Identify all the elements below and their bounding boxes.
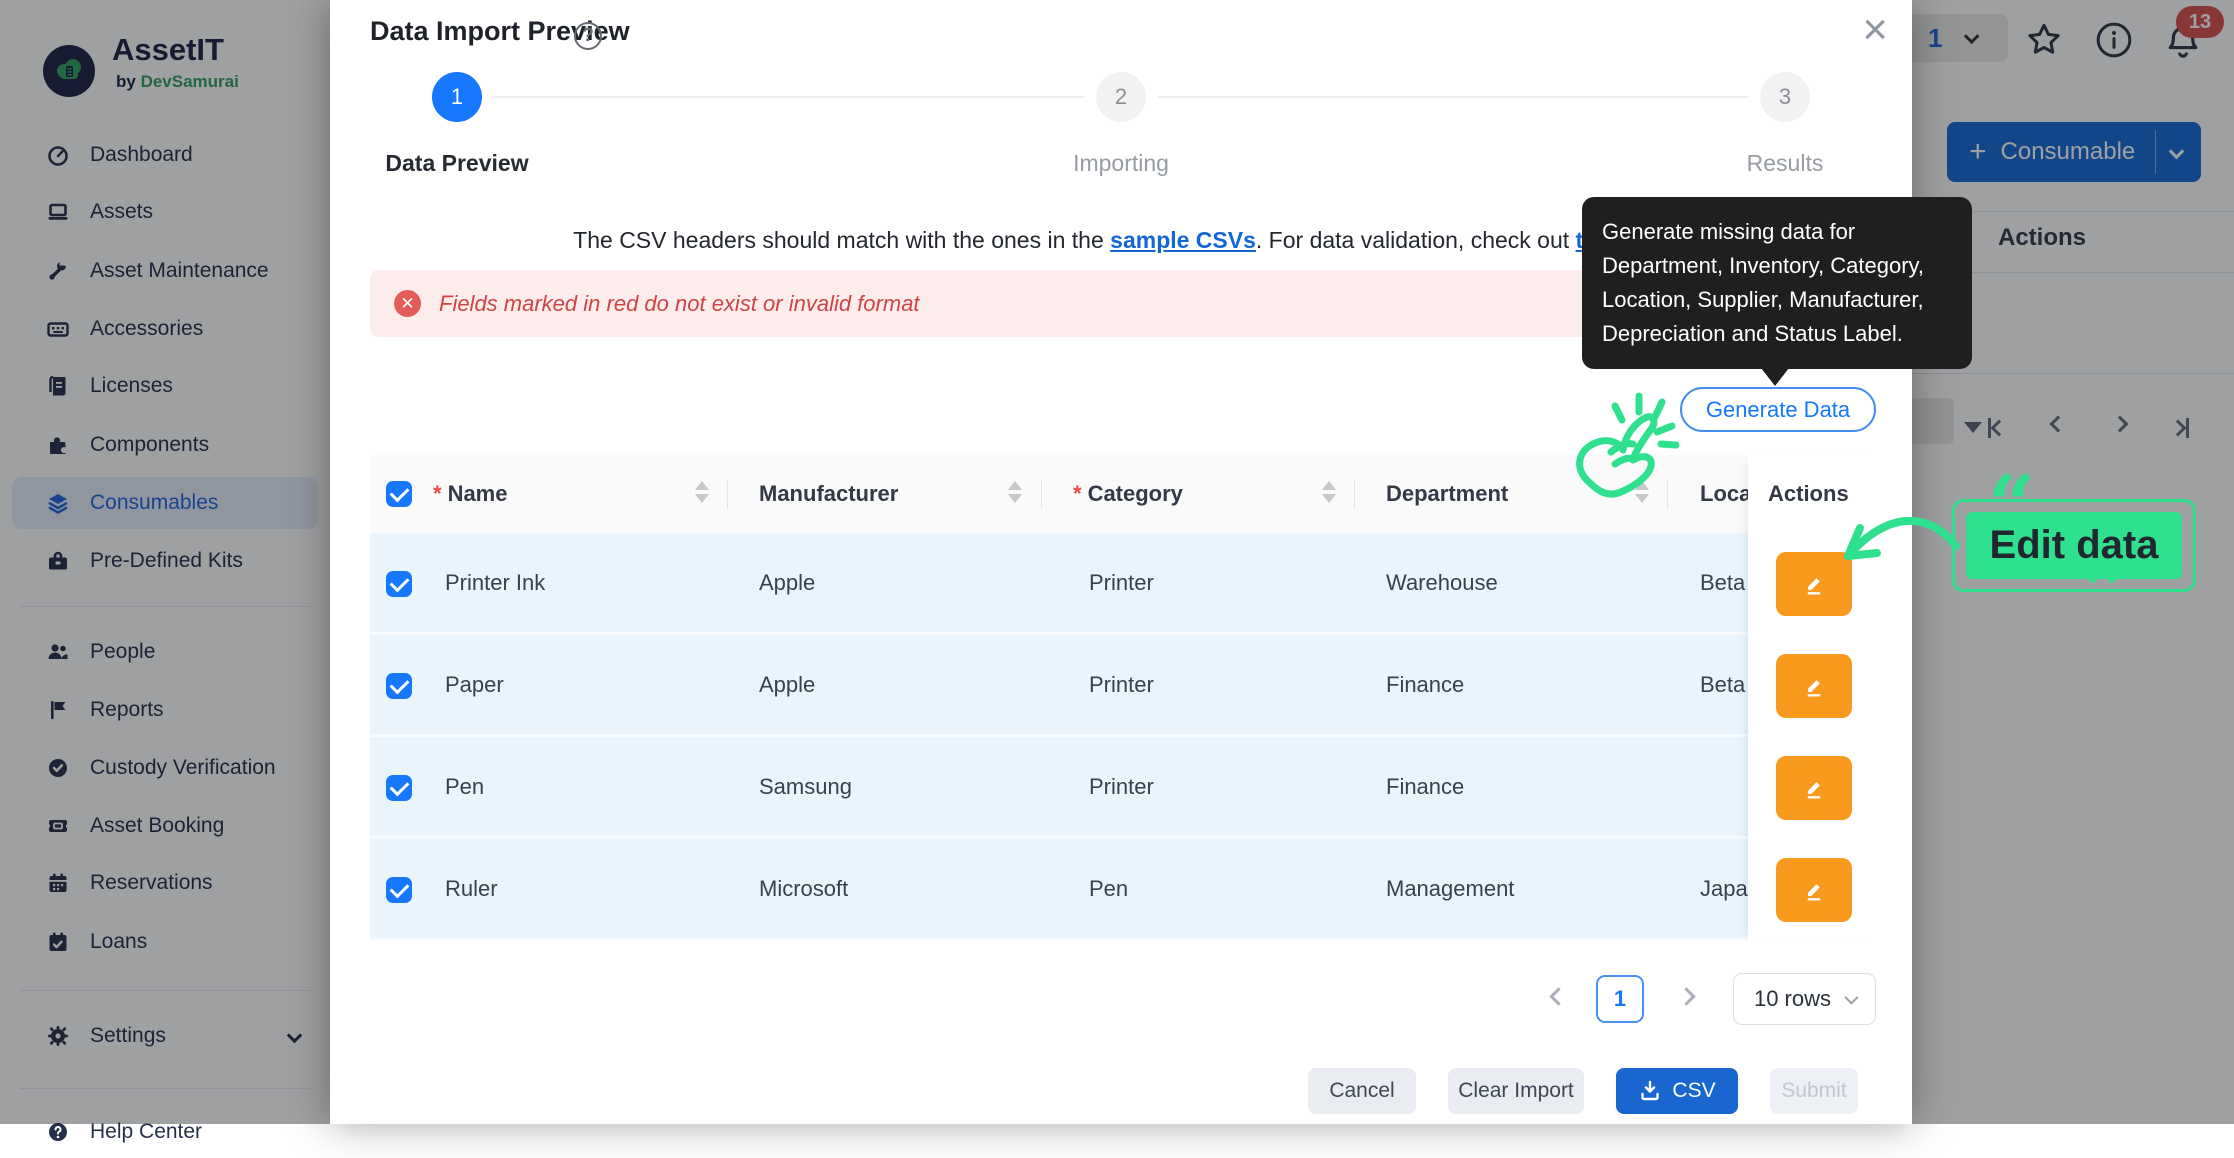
cell-category: Pen — [1089, 839, 1128, 939]
cell-category: Printer — [1089, 635, 1154, 735]
annotation-arrow-icon — [1828, 498, 1968, 588]
submit-button[interactable]: Submit — [1770, 1068, 1858, 1114]
column-header-category[interactable]: *Category — [1073, 455, 1183, 533]
cell-department: Warehouse — [1386, 533, 1498, 633]
edit-row-button[interactable] — [1776, 756, 1852, 820]
generate-data-button[interactable]: Generate Data — [1680, 387, 1876, 432]
column-divider — [727, 479, 728, 509]
data-import-modal: Data Import Preview ? × 1 2 3 Data Previ… — [330, 0, 1912, 1124]
prev-page-button[interactable] — [1549, 987, 1567, 1005]
chevron-down-icon — [1844, 991, 1858, 1005]
cell-location: Beta — [1700, 635, 1745, 735]
row-checkbox[interactable] — [386, 571, 412, 597]
page-1-button[interactable]: 1 — [1596, 975, 1644, 1023]
tooltip-arrow — [1761, 368, 1789, 386]
step-connector — [1158, 96, 1748, 98]
step-1-circle: 1 — [432, 72, 482, 122]
cell-location: Beta — [1700, 533, 1745, 633]
step-1-label: Data Preview — [307, 150, 607, 177]
quote-close-icon: ” — [2084, 551, 2131, 633]
step-2-label: Importing — [971, 150, 1271, 177]
row-checkbox[interactable] — [386, 877, 412, 903]
pencil-icon — [1800, 672, 1828, 700]
cell-manufacturer: Microsoft — [759, 839, 848, 939]
sample-csvs-link[interactable]: sample CSVs — [1110, 227, 1256, 253]
column-divider — [1354, 479, 1355, 509]
import-preview-table: *Name Manufacturer *Category Department … — [370, 455, 1880, 941]
rows-per-page-select[interactable]: 10 rows — [1733, 973, 1876, 1025]
column-header-department[interactable]: Department — [1386, 455, 1508, 533]
step-connector — [494, 96, 1084, 98]
select-all-checkbox[interactable] — [386, 481, 412, 507]
cell-department: Management — [1386, 839, 1514, 939]
cancel-button[interactable]: Cancel — [1308, 1068, 1416, 1114]
close-icon[interactable]: × — [1862, 8, 1888, 52]
table-row: Pen Samsung Printer Finance — [370, 737, 1880, 839]
edit-row-button[interactable] — [1776, 654, 1852, 718]
pencil-icon — [1800, 774, 1828, 802]
edit-row-button[interactable] — [1776, 858, 1852, 922]
csv-label: CSV — [1672, 1079, 1715, 1103]
generate-data-tooltip: Generate missing data for Department, In… — [1582, 197, 1972, 369]
table-row: Paper Apple Printer Finance Beta — [370, 635, 1880, 737]
cell-category: Printer — [1089, 533, 1154, 633]
row-checkbox[interactable] — [386, 673, 412, 699]
csv-download-button[interactable]: CSV — [1616, 1068, 1738, 1114]
next-page-button[interactable] — [1677, 987, 1695, 1005]
cell-name: Paper — [445, 635, 504, 735]
help-icon[interactable]: ? — [574, 22, 602, 50]
sort-control[interactable] — [695, 481, 709, 503]
pencil-icon — [1800, 876, 1828, 904]
cell-category: Printer — [1089, 737, 1154, 837]
sort-control[interactable] — [1322, 481, 1336, 503]
quote-open-icon: “ — [1988, 465, 2035, 547]
row-checkbox[interactable] — [386, 775, 412, 801]
table-row: Ruler Microsoft Pen Management Japan — [370, 839, 1880, 941]
error-text: Fields marked in red do not exist or inv… — [439, 291, 920, 317]
rows-per-page-value: 10 rows — [1754, 986, 1831, 1012]
cell-name: Pen — [445, 737, 484, 837]
column-header-manufacturer[interactable]: Manufacturer — [759, 455, 898, 533]
cell-name: Printer Ink — [445, 533, 545, 633]
cell-manufacturer: Apple — [759, 533, 815, 633]
error-icon: ✕ — [394, 290, 421, 317]
download-icon — [1638, 1079, 1662, 1103]
cell-name: Ruler — [445, 839, 498, 939]
cell-department: Finance — [1386, 635, 1464, 735]
cell-manufacturer: Samsung — [759, 737, 852, 837]
sort-control[interactable] — [1008, 481, 1022, 503]
step-2-circle: 2 — [1096, 72, 1146, 122]
column-header-name[interactable]: *Name — [433, 455, 507, 533]
cell-department: Finance — [1386, 737, 1464, 837]
cell-manufacturer: Apple — [759, 635, 815, 735]
column-divider — [1041, 479, 1042, 509]
clear-import-button[interactable]: Clear Import — [1448, 1068, 1584, 1114]
table-row: Printer Ink Apple Printer Warehouse Beta — [370, 533, 1880, 635]
step-3-circle: 3 — [1760, 72, 1810, 122]
tooltip-text: Generate missing data for Department, In… — [1602, 219, 1924, 346]
pencil-icon — [1800, 570, 1828, 598]
step-3-label: Results — [1635, 150, 1935, 177]
pointer-hand-icon — [1563, 390, 1688, 510]
